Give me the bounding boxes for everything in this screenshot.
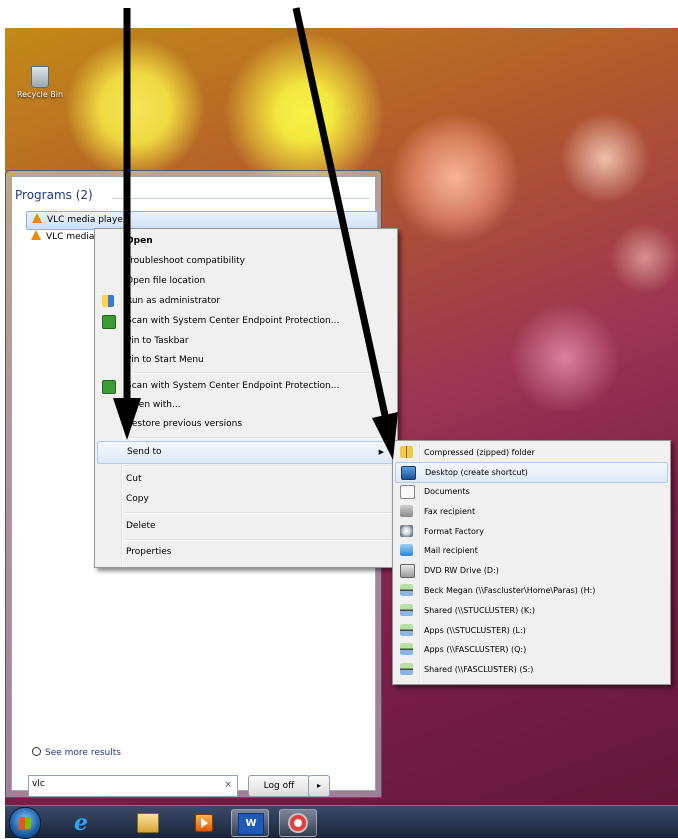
annotation-arrow-right	[292, 7, 398, 460]
annotation-arrows	[113, 7, 398, 460]
annotation-arrow-left	[113, 8, 141, 440]
